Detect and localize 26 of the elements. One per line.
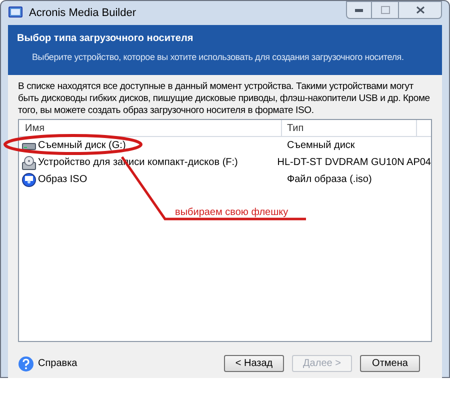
disc-drive-icon xyxy=(22,156,36,170)
disc-image-icon xyxy=(22,172,36,186)
device-type: Файл образа (.iso) xyxy=(286,173,372,187)
window-title: Acronis Media Builder xyxy=(29,6,136,21)
help-link[interactable]: Справка xyxy=(38,356,78,371)
header-subtitle: Выберите устройство, которое вы хотите использовать для создания загрузочного носителя. xyxy=(31,52,405,63)
device-type: Съемный диск xyxy=(286,139,355,153)
maximize-icon xyxy=(380,6,390,14)
minimize-icon xyxy=(355,8,363,12)
close-button[interactable] xyxy=(398,1,442,19)
minimize-button[interactable] xyxy=(346,1,372,19)
drive-icon xyxy=(22,140,36,150)
help-icon xyxy=(18,356,34,372)
column-header[interactable]: Тип xyxy=(282,120,417,136)
annotation-text: выбираем свою флешку xyxy=(175,206,288,220)
header-title: Выбор типа загрузочного носителя xyxy=(17,34,194,44)
device-name: Съемный диск (G:) xyxy=(38,139,126,153)
dialog-button[interactable]: < Назад xyxy=(224,355,284,372)
list-row[interactable]: Образ ISO Файл образа (.iso) xyxy=(19,171,431,188)
close-icon xyxy=(416,6,424,14)
dialog-button[interactable]: Отмена xyxy=(360,355,420,372)
list-row[interactable]: Съемный диск (G:) Съемный диск xyxy=(19,137,431,154)
column-header[interactable]: Имя xyxy=(19,120,282,136)
description-text: В списке находятся все доступные в данный момент устройства. Такими устройствами могут быть дисководы гибких дисков, пишущие дисковые приводы, флэш-накопители USB и др. Кроме того, вы можете создать образ загрузочного носителя в формате ISO. xyxy=(18,81,431,117)
device-type: HL-DT-ST DVDRAM GU10N AP04 xyxy=(276,156,431,170)
device-name: Образ ISO xyxy=(38,173,88,187)
